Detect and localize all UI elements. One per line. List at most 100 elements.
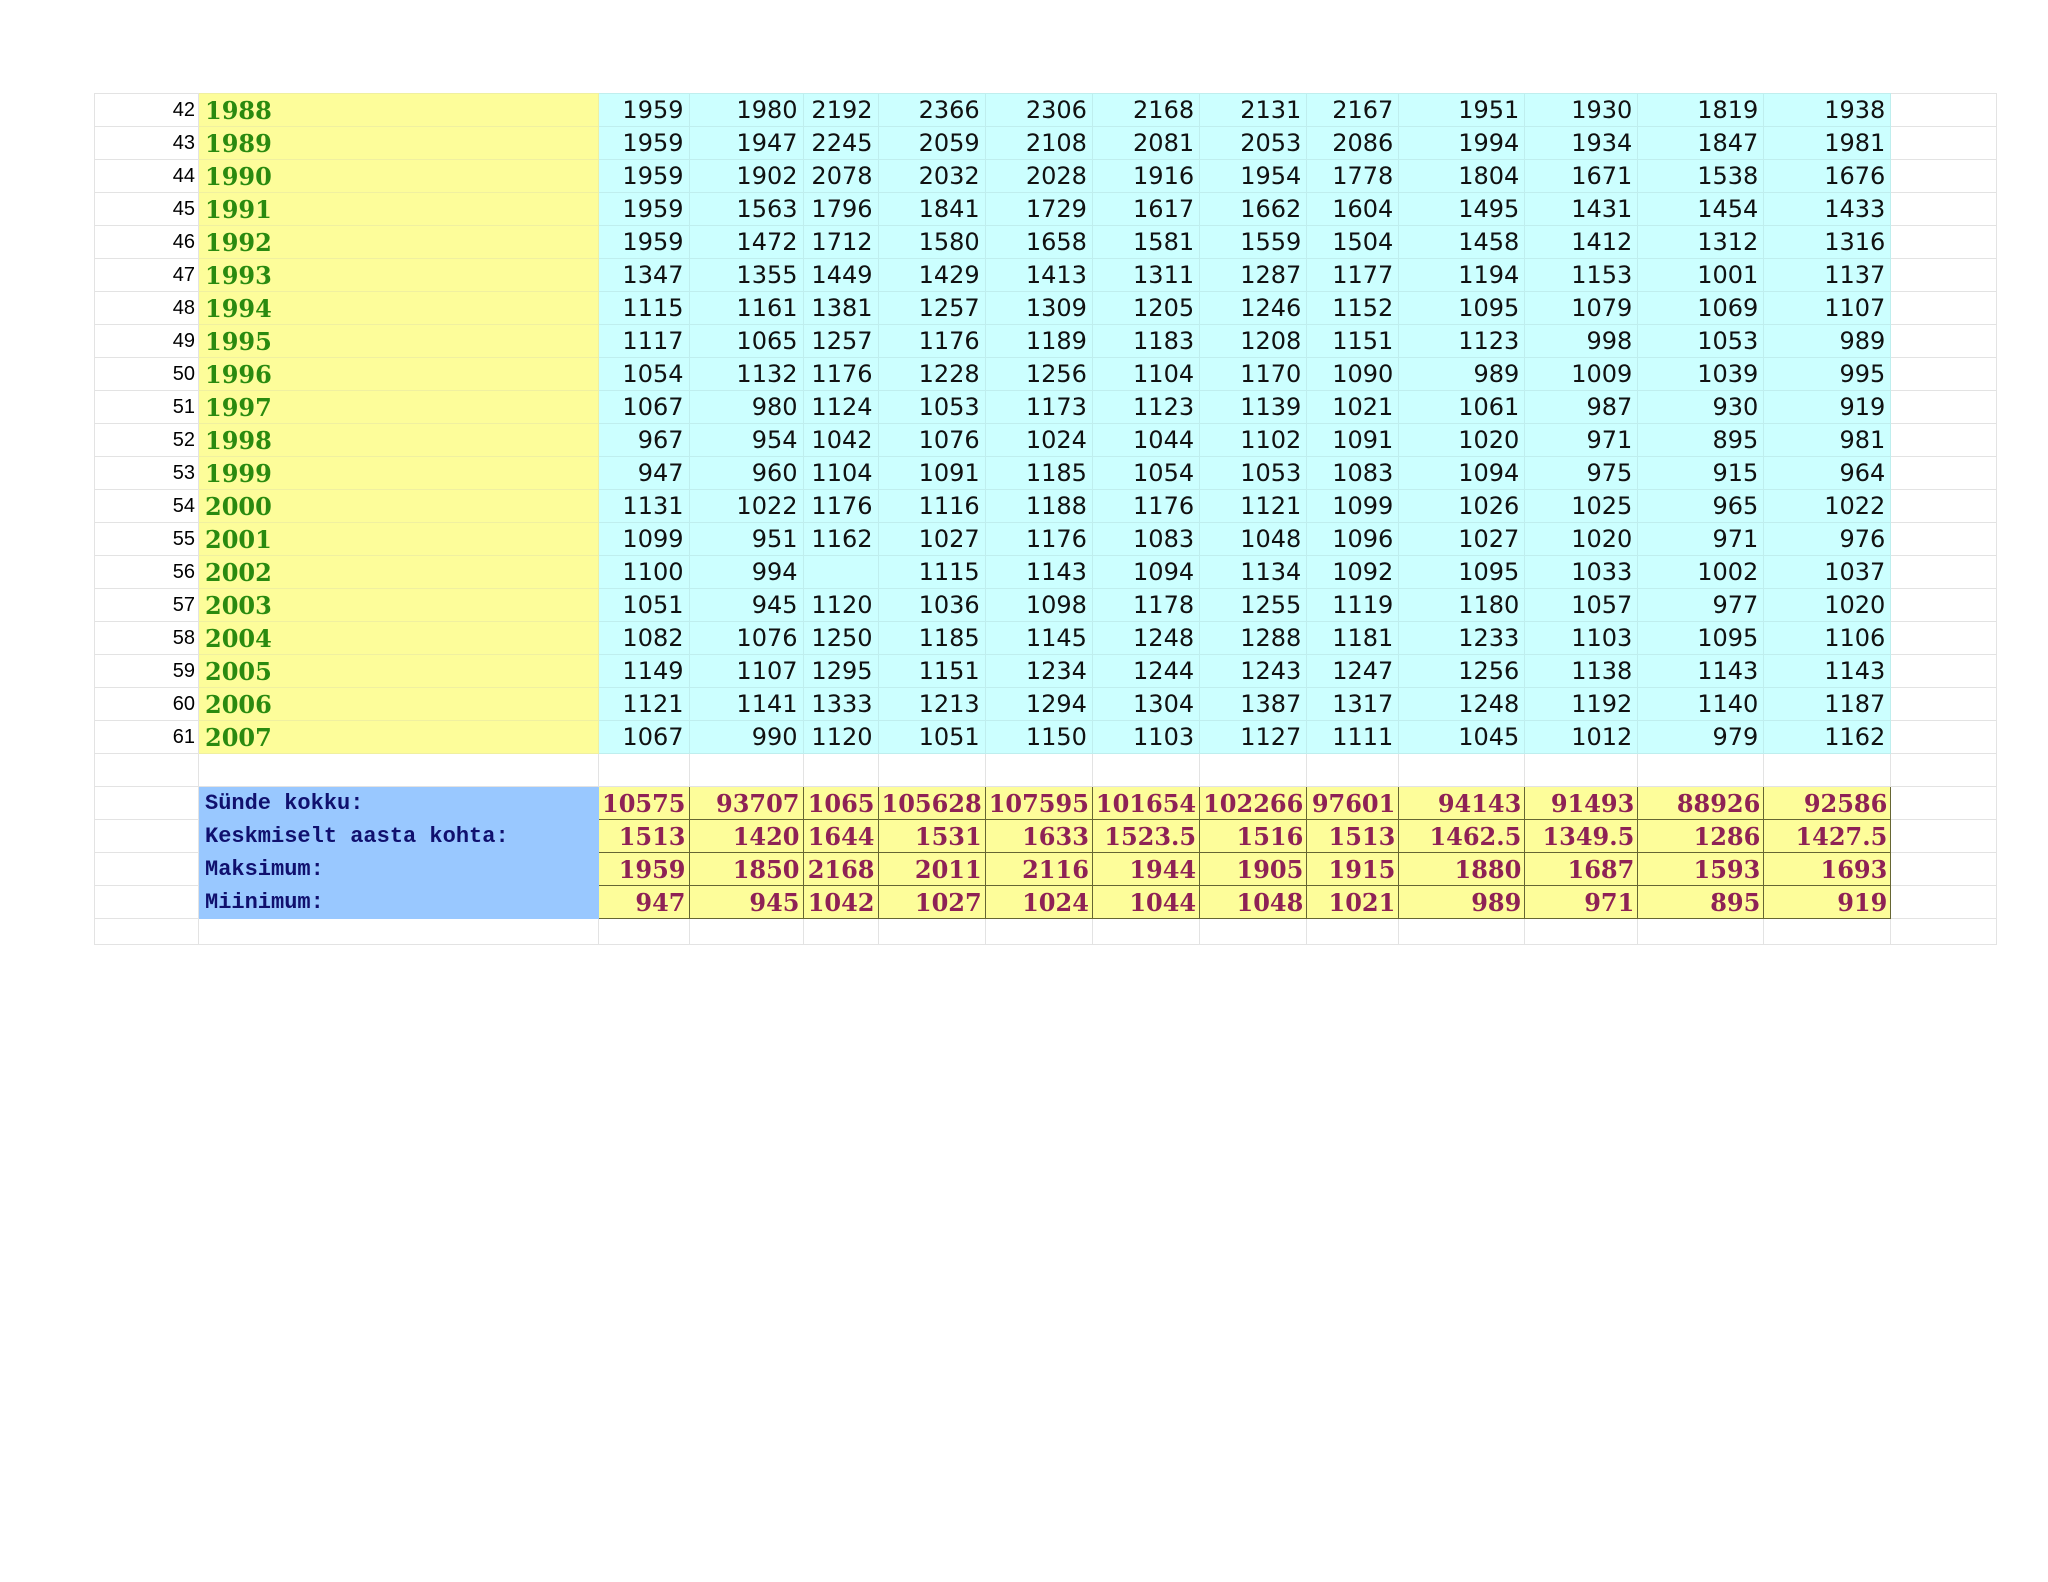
value-cell[interactable]: 1149 — [598, 654, 690, 688]
empty-cell[interactable] — [1890, 588, 1998, 622]
empty-cell[interactable] — [1890, 357, 1998, 391]
value-cell[interactable]: 1145 — [984, 621, 1093, 655]
value-cell[interactable]: 971 — [1637, 522, 1765, 556]
summary-value-cell[interactable]: 88926 — [1637, 786, 1765, 820]
value-cell[interactable]: 1180 — [1398, 588, 1526, 622]
value-cell[interactable]: 1381 — [802, 291, 879, 325]
value-cell[interactable]: 1188 — [984, 489, 1093, 523]
summary-value-cell[interactable]: 919 — [1763, 885, 1892, 919]
value-cell[interactable]: 1098 — [984, 588, 1093, 622]
value-cell[interactable]: 1092 — [1306, 555, 1400, 589]
value-cell[interactable]: 1947 — [688, 126, 804, 160]
year-cell[interactable]: 1992 — [198, 225, 599, 259]
summary-value-cell[interactable]: 92586 — [1763, 786, 1892, 820]
value-cell[interactable]: 2053 — [1199, 126, 1308, 160]
summary-value-cell[interactable]: 1513 — [1306, 819, 1400, 853]
value-cell[interactable]: 1026 — [1398, 489, 1526, 523]
summary-value-cell[interactable]: 1516 — [1199, 819, 1308, 853]
empty-cell[interactable] — [1890, 720, 1998, 754]
empty-cell[interactable] — [1637, 918, 1765, 945]
value-cell[interactable]: 1079 — [1524, 291, 1639, 325]
summary-value-cell[interactable]: 1349.5 — [1524, 819, 1639, 853]
empty-cell[interactable] — [1398, 753, 1526, 787]
value-cell[interactable]: 1208 — [1199, 324, 1308, 358]
empty-cell[interactable] — [1890, 225, 1998, 259]
value-cell[interactable]: 1841 — [877, 192, 986, 226]
year-cell[interactable]: 2002 — [198, 555, 599, 589]
value-cell[interactable]: 1116 — [877, 489, 986, 523]
value-cell[interactable]: 1538 — [1637, 159, 1765, 193]
value-cell[interactable]: 1053 — [1199, 456, 1308, 490]
value-cell[interactable]: 1151 — [877, 654, 986, 688]
value-cell[interactable]: 1287 — [1199, 258, 1308, 292]
summary-value-cell[interactable]: 1915 — [1306, 852, 1400, 886]
value-cell[interactable]: 1617 — [1091, 192, 1201, 226]
value-cell[interactable]: 1248 — [1091, 621, 1201, 655]
empty-cell[interactable] — [1890, 786, 1998, 820]
summary-value-cell[interactable]: 2116 — [984, 852, 1093, 886]
year-cell[interactable]: 2000 — [198, 489, 599, 523]
value-cell[interactable]: 1213 — [877, 687, 986, 721]
empty-cell[interactable] — [94, 819, 199, 853]
value-cell[interactable]: 1020 — [1524, 522, 1639, 556]
value-cell[interactable]: 1021 — [1306, 390, 1400, 424]
empty-cell[interactable] — [198, 753, 599, 787]
value-cell[interactable]: 1256 — [1398, 654, 1526, 688]
year-cell[interactable]: 2005 — [198, 654, 599, 688]
value-cell[interactable]: 981 — [1763, 423, 1892, 457]
value-cell[interactable]: 1847 — [1637, 126, 1765, 160]
value-cell[interactable]: 1065 — [688, 324, 804, 358]
value-cell[interactable]: 1347 — [598, 258, 690, 292]
empty-cell[interactable] — [1890, 555, 1998, 589]
value-cell[interactable]: 1106 — [1763, 621, 1892, 655]
value-cell[interactable]: 1099 — [1306, 489, 1400, 523]
value-cell[interactable]: 1025 — [1524, 489, 1639, 523]
summary-value-cell[interactable]: 1633 — [984, 819, 1093, 853]
value-cell[interactable]: 1729 — [984, 192, 1093, 226]
value-cell[interactable]: 1228 — [877, 357, 986, 391]
empty-cell[interactable] — [984, 918, 1093, 945]
summary-value-cell[interactable]: 1687 — [1524, 852, 1639, 886]
year-cell[interactable]: 2006 — [198, 687, 599, 721]
summary-value-cell[interactable]: 2011 — [877, 852, 986, 886]
value-cell[interactable]: 1111 — [1306, 720, 1400, 754]
empty-cell[interactable] — [877, 918, 986, 945]
empty-cell[interactable] — [1890, 489, 1998, 523]
value-cell[interactable]: 960 — [688, 456, 804, 490]
value-cell[interactable]: 1333 — [802, 687, 879, 721]
value-cell[interactable]: 1233 — [1398, 621, 1526, 655]
summary-value-cell[interactable]: 1462.5 — [1398, 819, 1526, 853]
value-cell[interactable]: 1248 — [1398, 687, 1526, 721]
empty-cell[interactable] — [1199, 918, 1308, 945]
value-cell[interactable]: 1317 — [1306, 687, 1400, 721]
value-cell[interactable]: 1604 — [1306, 192, 1400, 226]
value-cell[interactable]: 1067 — [598, 390, 690, 424]
value-cell[interactable]: 1563 — [688, 192, 804, 226]
year-cell[interactable]: 1998 — [198, 423, 599, 457]
year-cell[interactable]: 2001 — [198, 522, 599, 556]
value-cell[interactable]: 1061 — [1398, 390, 1526, 424]
value-cell[interactable]: 1176 — [802, 489, 879, 523]
value-cell[interactable]: 964 — [1763, 456, 1892, 490]
value-cell[interactable]: 945 — [688, 588, 804, 622]
value-cell[interactable]: 1312 — [1637, 225, 1765, 259]
value-cell[interactable]: 995 — [1763, 357, 1892, 391]
empty-cell[interactable] — [1890, 258, 1998, 292]
summary-value-cell[interactable]: 947 — [598, 885, 690, 919]
value-cell[interactable]: 1099 — [598, 522, 690, 556]
value-cell[interactable]: 965 — [1637, 489, 1765, 523]
summary-value-cell[interactable]: 971 — [1524, 885, 1639, 919]
value-cell[interactable]: 1123 — [1091, 390, 1201, 424]
value-cell[interactable]: 1183 — [1091, 324, 1201, 358]
value-cell[interactable]: 1104 — [802, 456, 879, 490]
value-cell[interactable]: 1069 — [1637, 291, 1765, 325]
empty-cell[interactable] — [1524, 918, 1639, 945]
value-cell[interactable]: 2366 — [877, 93, 986, 127]
empty-cell[interactable] — [877, 753, 986, 787]
value-cell[interactable]: 998 — [1524, 324, 1639, 358]
value-cell[interactable]: 1185 — [984, 456, 1093, 490]
value-cell[interactable]: 1658 — [984, 225, 1093, 259]
value-cell[interactable]: 1131 — [598, 489, 690, 523]
value-cell[interactable]: 1090 — [1306, 357, 1400, 391]
value-cell[interactable]: 1902 — [688, 159, 804, 193]
